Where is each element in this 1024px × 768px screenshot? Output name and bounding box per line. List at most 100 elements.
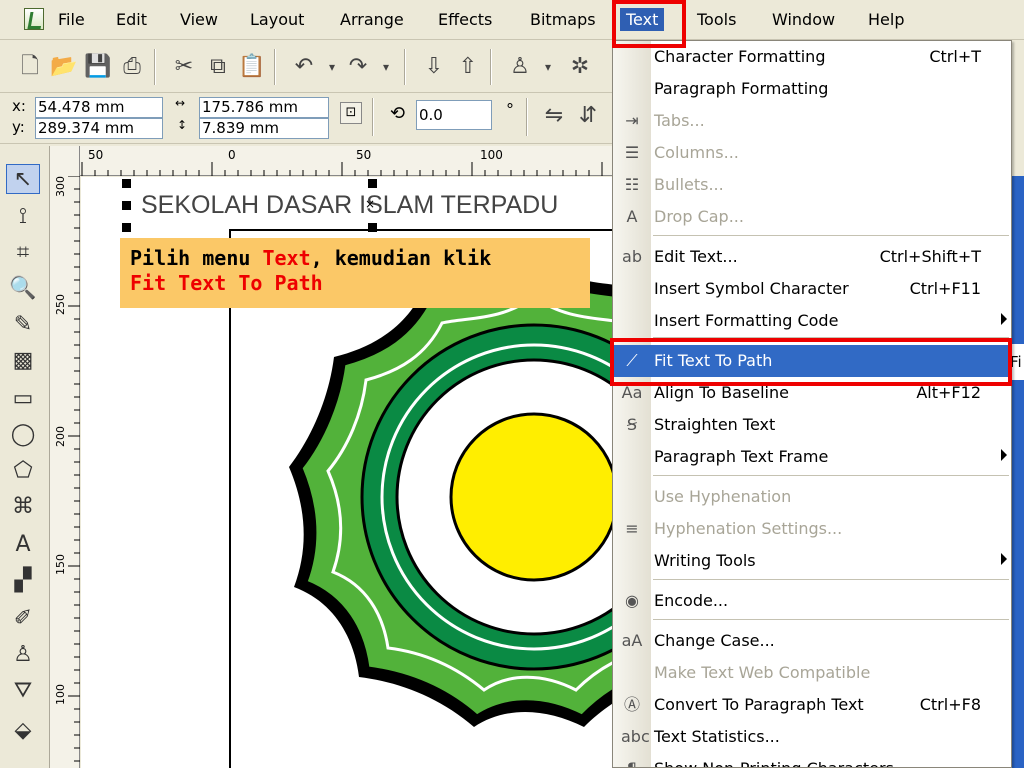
menu-item-make-text-web-compatible[interactable]: Make Text Web Compatible xyxy=(613,657,1011,689)
fill-tool-icon[interactable]: ⛛ xyxy=(6,676,40,706)
menu-separator xyxy=(653,619,1009,620)
menu-item-show-non-printing-characters[interactable]: ¶ Show Non-Printing Characters xyxy=(613,753,1011,767)
width-field[interactable]: 175.786 mm xyxy=(199,97,329,118)
ruler-tick-label: 150 xyxy=(54,554,67,575)
undo-icon[interactable]: ↶ xyxy=(290,53,318,81)
menu-item-label: Encode... xyxy=(654,591,729,610)
open-icon[interactable]: 📂 xyxy=(50,53,78,81)
menu-window[interactable]: Window xyxy=(772,10,835,29)
rectangle-tool-icon[interactable]: ▭ xyxy=(6,384,40,414)
rotation-angle-field[interactable]: 0.0 xyxy=(416,100,492,130)
menu-view[interactable]: View xyxy=(180,10,218,29)
height-field[interactable]: 7.839 mm xyxy=(199,118,329,139)
menu-item-edit-text[interactable]: ab Edit Text... Ctrl+Shift+T xyxy=(613,241,1011,273)
selection-handle[interactable] xyxy=(122,201,131,210)
menu-tools[interactable]: Tools xyxy=(697,10,736,29)
menu-item-label: Convert To Paragraph Text xyxy=(654,695,864,714)
menu-item-bullets[interactable]: ☷ Bullets... xyxy=(613,169,1011,201)
menu-item-writing-tools[interactable]: Writing Tools xyxy=(613,545,1011,577)
selection-handle[interactable] xyxy=(122,179,131,188)
ellipse-tool-icon[interactable]: ◯ xyxy=(6,420,40,450)
center-marker-icon: × xyxy=(365,197,376,211)
text-statistics-icon: abc xyxy=(621,727,650,746)
freehand-tool-icon[interactable]: ✎ xyxy=(6,310,40,340)
ruler-tick-label: 0 xyxy=(228,148,236,162)
callout-text: , kemudian klik xyxy=(310,246,492,270)
interactive-blend-tool-icon[interactable]: ▞ xyxy=(6,566,40,596)
drop-cap-icon: A xyxy=(626,207,638,226)
menu-item-insert-formatting-code[interactable]: Insert Formatting Code xyxy=(613,305,1011,337)
lock-ratio-icon[interactable]: ⊡ xyxy=(340,102,362,124)
menu-arrange[interactable]: Arrange xyxy=(340,10,404,29)
cut-icon[interactable]: ✂ xyxy=(170,53,198,81)
polygon-tool-icon[interactable]: ⬠ xyxy=(6,456,40,486)
menu-item-insert-symbol-character[interactable]: Insert Symbol Character Ctrl+F11 xyxy=(613,273,1011,305)
basic-shapes-tool-icon[interactable]: ⌘ xyxy=(6,492,40,522)
crop-tool-icon[interactable]: ⌗ xyxy=(6,238,40,268)
menu-item-straighten-text[interactable]: Ꞩ Straighten Text xyxy=(613,409,1011,441)
curved-title-text[interactable]: SEKOLAH DASAR ISLAM TERPADU xyxy=(141,191,558,220)
menu-item-paragraph-text-frame[interactable]: Paragraph Text Frame xyxy=(613,441,1011,473)
selection-handle[interactable] xyxy=(368,179,377,188)
pick-tool-icon[interactable]: ↖ xyxy=(6,164,40,194)
save-icon[interactable]: 💾 xyxy=(84,53,112,81)
text-tool-icon[interactable]: A xyxy=(6,530,40,560)
menu-effects[interactable]: Effects xyxy=(438,10,492,29)
smart-fill-tool-icon[interactable]: ▩ xyxy=(6,346,40,376)
degree-symbol: ° xyxy=(506,100,514,119)
menu-item-label: Change Case... xyxy=(654,631,775,650)
vertical-ruler[interactable]: 300 250 200 150 100 xyxy=(50,146,80,768)
copy-icon[interactable]: ⧉ xyxy=(204,53,232,81)
text-menu-dropdown: Character Formatting Ctrl+T Paragraph Form… xyxy=(612,40,1012,768)
export-icon[interactable]: ⇧ xyxy=(454,53,482,81)
menu-item-columns[interactable]: ☰ Columns... xyxy=(613,137,1011,169)
eyedropper-tool-icon[interactable]: ✐ xyxy=(6,604,40,634)
horizontal-ruler[interactable]: 50 0 50 100 xyxy=(80,146,612,176)
menu-item-encode[interactable]: ◉ Encode... xyxy=(613,585,1011,617)
application-launcher-icon[interactable]: ♙ xyxy=(506,53,534,81)
zoom-tool-icon[interactable]: 🔍 xyxy=(6,274,40,304)
callout-line-2: Fit Text To Path xyxy=(130,271,580,296)
app-logo-icon[interactable] xyxy=(24,8,44,30)
selection-handle[interactable] xyxy=(368,223,377,232)
y-position-field[interactable]: 289.374 mm xyxy=(35,118,163,139)
menu-item-use-hyphenation[interactable]: Use Hyphenation xyxy=(613,481,1011,513)
menu-item-change-case[interactable]: aA Change Case... xyxy=(613,625,1011,657)
mirror-vertical-icon[interactable]: ⇵ xyxy=(574,102,602,130)
menu-file[interactable]: File xyxy=(58,10,85,29)
outline-tool-icon[interactable]: ♙ xyxy=(6,640,40,670)
ruler-ticks xyxy=(81,162,603,176)
new-document-icon[interactable]: 🗋 xyxy=(16,53,44,81)
menu-item-tabs[interactable]: ⇥ Tabs... xyxy=(613,105,1011,137)
menu-item-shortcut: Ctrl+F8 xyxy=(919,695,981,714)
redo-dropdown-icon[interactable]: ▾ xyxy=(372,53,400,81)
menu-bitmaps[interactable]: Bitmaps xyxy=(530,10,596,29)
interactive-fill-tool-icon[interactable]: ⬙ xyxy=(6,716,40,746)
non-printing-icon: ¶ xyxy=(621,758,643,767)
menu-item-label: Straighten Text xyxy=(654,415,776,434)
menu-item-drop-cap[interactable]: A Drop Cap... xyxy=(613,201,1011,233)
menu-item-label: Show Non-Printing Characters xyxy=(654,759,894,767)
paste-icon[interactable]: 📋 xyxy=(238,53,266,81)
launcher-dropdown-icon[interactable]: ▾ xyxy=(534,53,562,81)
import-icon[interactable]: ⇩ xyxy=(420,53,448,81)
menu-edit[interactable]: Edit xyxy=(116,10,147,29)
redo-icon[interactable]: ↷ xyxy=(344,53,372,81)
print-icon[interactable]: ⎙ xyxy=(118,53,146,81)
callout-line-1: Pilih menu Text, kemudian klik xyxy=(130,246,580,271)
menu-item-hyphenation-settings[interactable]: ≡ Hyphenation Settings... xyxy=(613,513,1011,545)
menu-item-text-statistics[interactable]: abc Text Statistics... xyxy=(613,721,1011,753)
menu-item-convert-to-paragraph-text[interactable]: Ⓐ Convert To Paragraph Text Ctrl+F8 xyxy=(613,689,1011,721)
x-position-field[interactable]: 54.478 mm xyxy=(35,97,163,118)
corel-online-icon[interactable]: ✲ xyxy=(566,53,594,81)
menu-item-label: Insert Symbol Character xyxy=(654,279,849,298)
selection-handle[interactable] xyxy=(122,223,131,232)
ruler-tick-label: 250 xyxy=(54,294,67,315)
menu-item-paragraph-formatting[interactable]: Paragraph Formatting xyxy=(613,73,1011,105)
tabs-icon: ⇥ xyxy=(625,111,639,130)
mirror-horizontal-icon[interactable]: ⇋ xyxy=(540,102,568,130)
undo-dropdown-icon[interactable]: ▾ xyxy=(318,53,346,81)
shape-tool-icon[interactable]: ⟟ xyxy=(6,202,40,232)
menu-layout[interactable]: Layout xyxy=(250,10,304,29)
menu-help[interactable]: Help xyxy=(868,10,904,29)
